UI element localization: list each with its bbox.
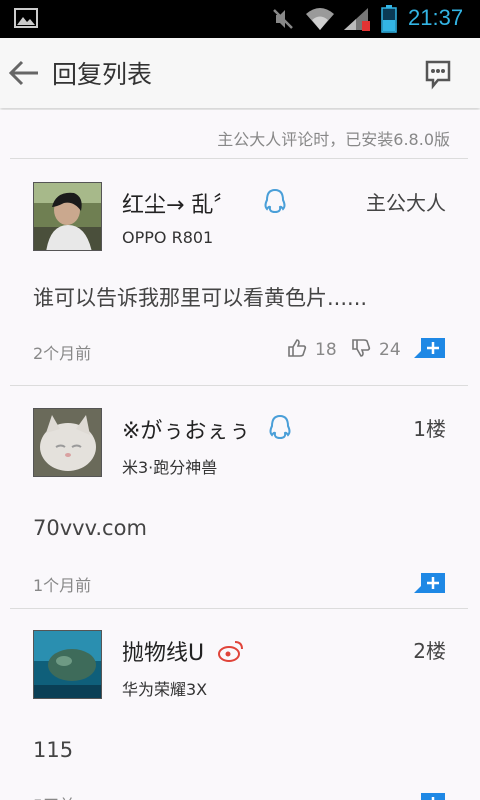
reply-plus-button[interactable] (414, 337, 446, 359)
avatar[interactable] (33, 182, 102, 251)
device-label: 米3·跑分神兽 (122, 458, 218, 477)
weibo-icon (218, 641, 243, 662)
reply-list: 主公大人评论时，已安装6.8.0版 红尘→ 乱〞 OPPO R801 主公大人 … (0, 110, 480, 800)
divider (10, 608, 468, 609)
comment-icon[interactable] (420, 56, 456, 90)
timestamp: 1个月前 (33, 576, 92, 595)
floor-label: 2楼 (413, 639, 446, 663)
username[interactable]: ※がぅおぇぅ (122, 413, 250, 445)
list-item[interactable]: ※がぅおぇぅ 米3·跑分神兽 1楼 70vvv.com 1个月前 (0, 408, 480, 608)
battery-icon (381, 5, 397, 33)
divider (10, 158, 468, 159)
arrow-left-icon[interactable] (8, 58, 40, 88)
timestamp: 2个月前 (33, 344, 92, 363)
timestamp: 5天前 (33, 792, 75, 800)
page-title: 回复列表 (52, 60, 153, 89)
author-label: 主公大人 (366, 191, 446, 215)
qq-icon (269, 414, 291, 440)
username[interactable]: 抛物线U (122, 635, 204, 667)
reply-text: 70vvv.com (33, 516, 147, 540)
dislike-count: 24 (379, 340, 401, 360)
reply-plus-button[interactable] (414, 792, 446, 800)
avatar[interactable] (33, 630, 102, 699)
list-item[interactable]: 抛物线U 华为荣耀3X 2楼 115 5天前 (0, 630, 480, 800)
wifi-icon (306, 8, 334, 30)
gallery-icon (14, 8, 38, 28)
list-item[interactable]: 红尘→ 乱〞 OPPO R801 主公大人 谁可以告诉我那里可以看黄色片....… (0, 182, 480, 382)
signal-icon (344, 8, 370, 31)
like-count: 18 (315, 340, 337, 360)
app-bar: 回复列表 (0, 38, 480, 108)
username[interactable]: 红尘→ 乱〞 (122, 187, 235, 219)
thumbs-up-icon[interactable] (287, 338, 307, 358)
avatar[interactable] (33, 408, 102, 477)
status-bar: 21:37 (0, 0, 480, 38)
reply-text: 115 (33, 738, 74, 762)
install-note: 主公大人评论时，已安装6.8.0版 (217, 130, 450, 149)
floor-label: 1楼 (413, 417, 446, 441)
clock: 21:37 (408, 5, 464, 30)
reply-text: 谁可以告诉我那里可以看黄色片...... (33, 286, 368, 310)
thumbs-down-icon[interactable] (351, 338, 371, 358)
mute-icon (273, 9, 293, 29)
qq-icon (264, 188, 286, 214)
device-label: OPPO R801 (122, 228, 214, 247)
device-label: 华为荣耀3X (122, 680, 208, 699)
divider (10, 385, 468, 386)
reply-plus-button[interactable] (414, 572, 446, 594)
